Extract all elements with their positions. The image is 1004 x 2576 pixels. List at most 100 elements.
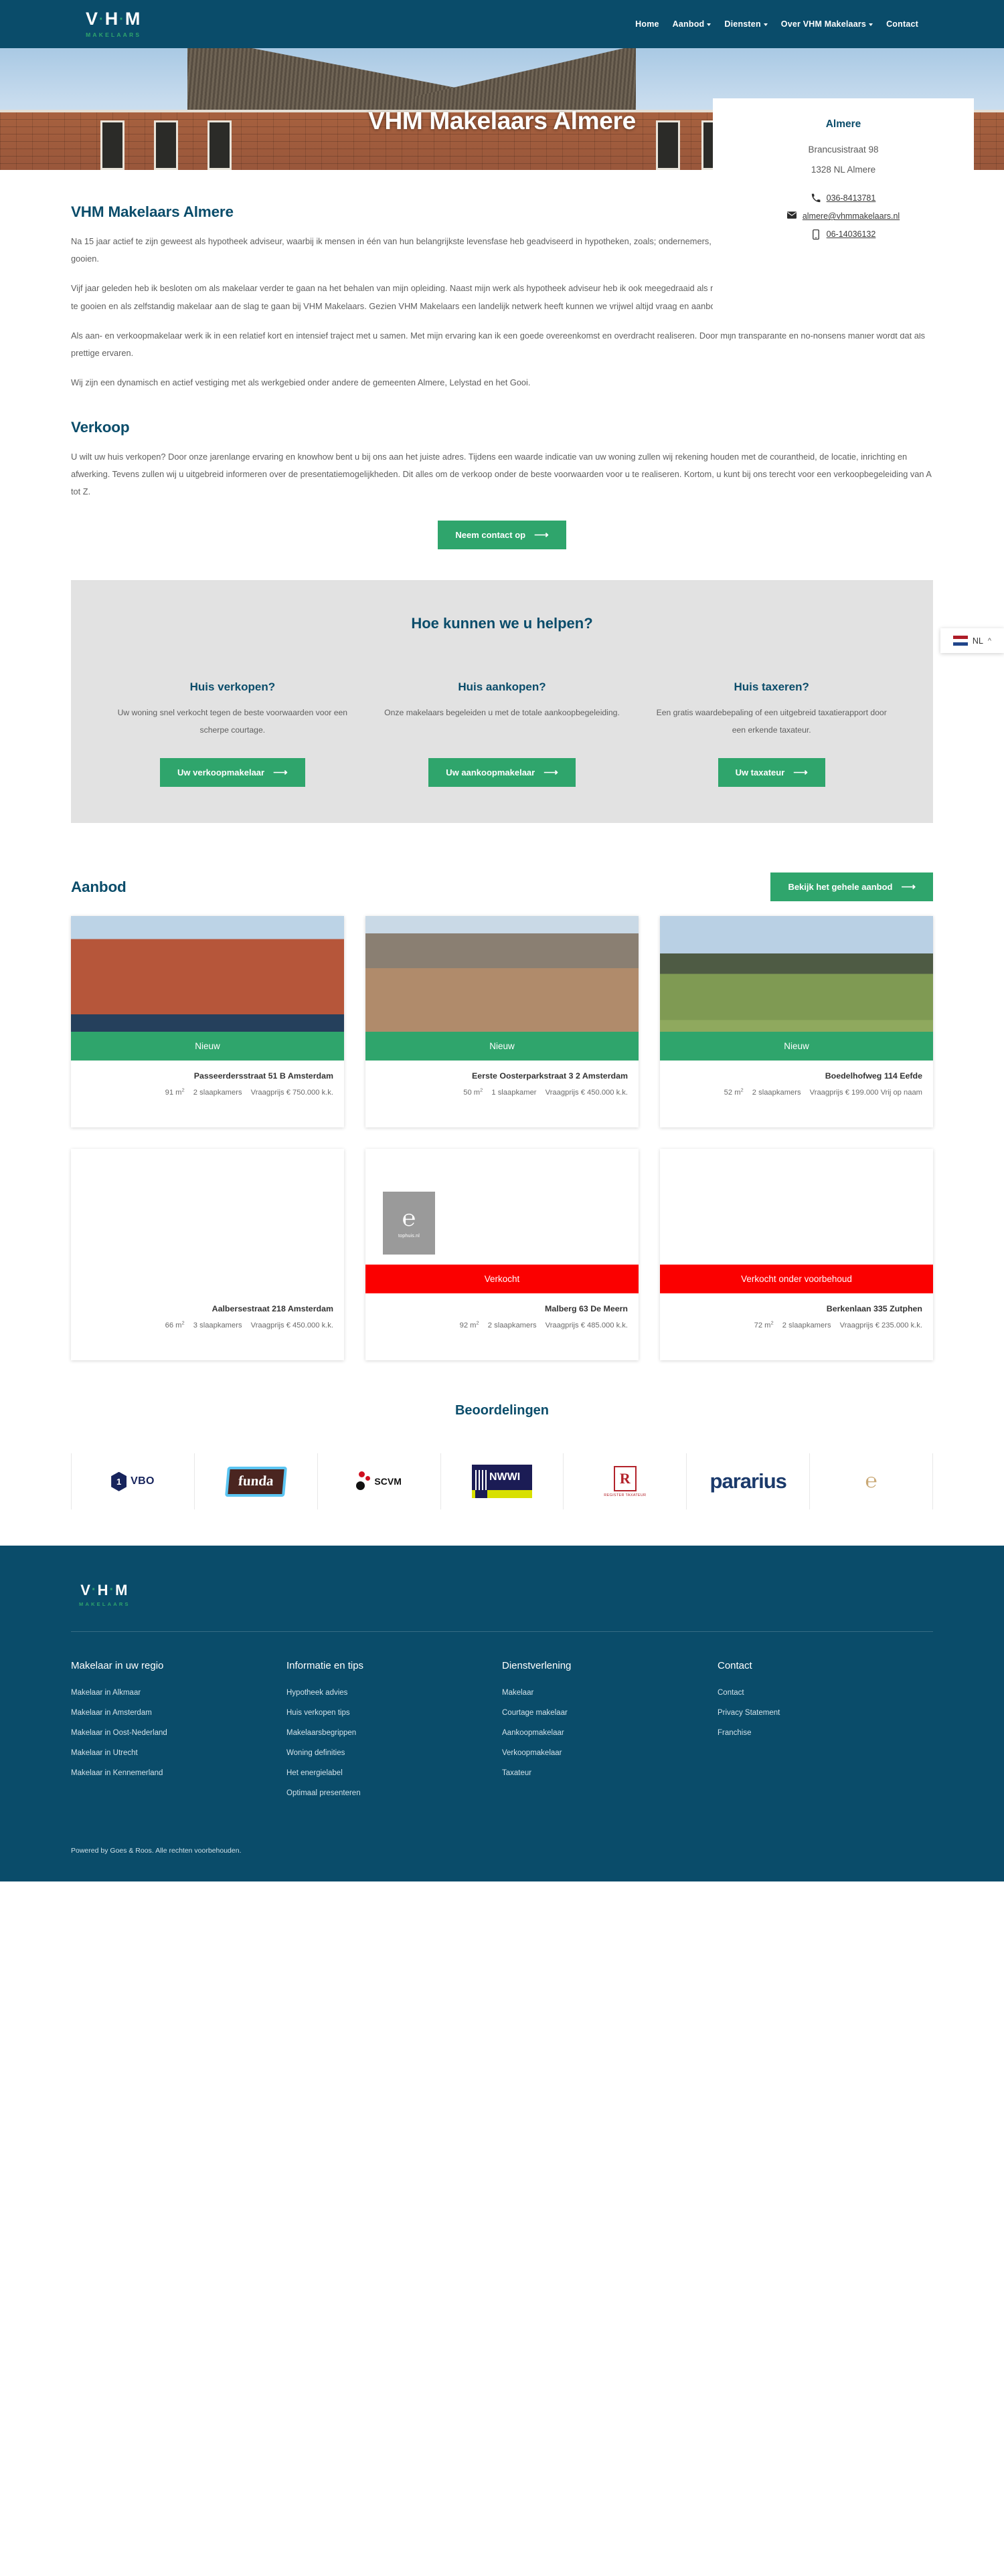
phone-icon <box>811 193 821 203</box>
footer-link[interactable]: Makelaar in Alkmaar <box>71 1689 286 1697</box>
scvm-dots-icon <box>356 1471 371 1491</box>
intro-paragraph-4: Wij zijn een dynamisch en actief vestigi… <box>71 377 531 388</box>
property-card[interactable]: Aalbersestraat 218 Amsterdam 66 m2 3 sla… <box>71 1149 344 1361</box>
help-columns: Huis verkopen? Uw woning snel verkocht t… <box>98 680 906 788</box>
footer-link[interactable]: Makelaarsbegrippen <box>286 1729 502 1737</box>
property-photo <box>71 1149 344 1294</box>
scvm-logo[interactable]: SCVM <box>318 1453 441 1510</box>
uw-taxateur-button[interactable]: Uw taxateur ⟶ <box>718 758 825 788</box>
footer-column-title: Contact <box>718 1660 752 1672</box>
property-price: Vraagprijs € 750.000 k.k. <box>250 1088 333 1097</box>
tophuis-logo[interactable]: ℮ <box>810 1453 934 1510</box>
footer-column-informatie: Informatie en tips Hypotheek advies Huis… <box>286 1660 502 1809</box>
chevron-down-icon <box>869 23 873 26</box>
nav-item-home[interactable]: Home <box>635 19 659 29</box>
footer-column-dienstverlening: Dienstverlening Makelaar Courtage makela… <box>502 1660 718 1809</box>
property-rooms: 1 slaapkamer <box>491 1088 537 1097</box>
aanbod-section: Aanbod Bekijk het gehele aanbod ⟶ Nieuw … <box>71 872 933 1361</box>
property-price: Vraagprijs € 235.000 k.k. <box>839 1321 922 1329</box>
property-photo: Nieuw <box>660 916 933 1061</box>
chevron-down-icon <box>707 23 712 26</box>
nav-item-aanbod[interactable]: Aanbod <box>673 19 712 29</box>
footer-link[interactable]: Makelaar in Amsterdam <box>71 1709 286 1717</box>
branch-email-link[interactable]: almere@vhmmakelaars.nl <box>803 211 900 221</box>
footer-link[interactable]: Courtage makelaar <box>502 1709 718 1717</box>
nav-item-diensten[interactable]: Diensten <box>724 19 768 29</box>
header-logo[interactable]: V·H·M MAKELAARS <box>86 9 142 39</box>
button-label: Uw taxateur <box>735 767 785 778</box>
branch-mobile-link[interactable]: 06-14036132 <box>827 229 876 239</box>
arrow-right-icon: ⟶ <box>273 767 288 779</box>
branch-email-row[interactable]: almere@vhmmakelaars.nl <box>786 211 900 221</box>
tophuis-placeholder-icon: ℮ tophuis.nl <box>383 1192 435 1255</box>
main-content: VHM Makelaars Almere Na 15 jaar actief t… <box>71 170 934 1510</box>
footer-logo[interactable]: V·H·M MAKELAARS <box>71 1583 933 1608</box>
property-photo: Nieuw <box>365 916 639 1061</box>
footer-link[interactable]: Privacy Statement <box>718 1709 933 1717</box>
pararius-logo[interactable]: pararius <box>687 1453 811 1510</box>
property-title: Malberg 63 De Meern <box>545 1304 628 1314</box>
bekijk-het-gehele-aanbod-button[interactable]: Bekijk het gehele aanbod ⟶ <box>770 872 933 902</box>
arrow-right-icon: ⟶ <box>543 767 558 779</box>
property-card[interactable]: Nieuw Passeerdersstraat 51 B Amsterdam 9… <box>71 916 344 1128</box>
property-photo: ℮ tophuis.nl Verkocht <box>365 1149 639 1294</box>
property-meta: 50 m2 1 slaapkamer Vraagprijs € 450.000 … <box>376 1087 628 1097</box>
nwwi-logo[interactable]: NWWI <box>441 1453 564 1510</box>
property-title: Eerste Oosterparkstraat 3 2 Amsterdam <box>471 1071 628 1081</box>
vbo-badge-icon: 1 <box>111 1471 127 1491</box>
neem-contact-op-button[interactable]: Neem contact op ⟶ <box>438 521 566 550</box>
nwwi-bars-icon <box>475 1470 487 1493</box>
nav-item-over-vhm-makelaars[interactable]: Over VHM Makelaars <box>781 19 873 29</box>
scvm-label: SCVM <box>374 1476 402 1487</box>
help-heading: Hoe kunnen we u helpen? <box>411 615 593 632</box>
chevron-down-icon <box>763 23 768 26</box>
footer-link[interactable]: Makelaar in Oost-Nederland <box>71 1729 286 1737</box>
property-cards-grid: Nieuw Passeerdersstraat 51 B Amsterdam 9… <box>71 916 933 1361</box>
property-info: Passeerdersstraat 51 B Amsterdam 91 m2 2… <box>71 1061 344 1110</box>
footer-link[interactable]: Huis verkopen tips <box>286 1709 502 1717</box>
footer-link[interactable]: Makelaar <box>502 1689 718 1697</box>
property-info: Eerste Oosterparkstraat 3 2 Amsterdam 50… <box>365 1061 639 1110</box>
nav-label: Over VHM Makelaars <box>780 19 867 29</box>
uw-verkoopmakelaar-button[interactable]: Uw verkoopmakelaar ⟶ <box>160 758 305 788</box>
funda-label: funda <box>225 1466 287 1497</box>
logo-subtitle: MAKELAARS <box>79 1601 131 1608</box>
footer-link[interactable]: Verkoopmakelaar <box>502 1749 718 1757</box>
footer-link[interactable]: Franchise <box>718 1729 933 1737</box>
footer-link[interactable]: Woning definities <box>286 1749 502 1757</box>
footer-link[interactable]: Het energielabel <box>286 1769 502 1777</box>
footer-link[interactable]: Optimaal presenteren <box>286 1789 502 1797</box>
property-meta: 52 m2 2 slaapkamers Vraagprijs € 199.000… <box>671 1087 922 1097</box>
footer-link[interactable]: Makelaar in Utrecht <box>71 1749 286 1757</box>
footer-link[interactable]: Makelaar in Kennemerland <box>71 1769 286 1777</box>
nav-label: Diensten <box>724 19 761 29</box>
language-selector[interactable]: NL ^ <box>940 628 1004 653</box>
property-info: Malberg 63 De Meern 92 m2 2 slaapkamers … <box>365 1293 639 1343</box>
vbo-logo[interactable]: 1 VBO <box>71 1453 195 1510</box>
footer-link[interactable]: Contact <box>718 1689 933 1697</box>
branch-mobile-row[interactable]: 06-14036132 <box>811 229 876 240</box>
logo-mark: V·H·M <box>86 9 142 29</box>
branch-phone-link[interactable]: 036-8413781 <box>827 193 876 203</box>
footer-link[interactable]: Aankoopmakelaar <box>502 1729 718 1737</box>
branch-contact-card: Almere Brancusistraat 98 1328 NL Almere … <box>713 98 974 333</box>
footer-link[interactable]: Hypotheek advies <box>286 1689 502 1697</box>
property-area: 72 m2 <box>754 1319 774 1329</box>
property-card[interactable]: ℮ tophuis.nl Verkocht Malberg 63 De Meer… <box>365 1149 639 1361</box>
branch-contact-rows: 036-8413781 almere@vhmmakelaars.nl 06-14… <box>729 193 958 240</box>
uw-aankoopmakelaar-button[interactable]: Uw aankoopmakelaar ⟶ <box>428 758 576 788</box>
register-taxateur-caption: REGISTER TAXATEUR <box>604 1493 647 1497</box>
funda-logo[interactable]: funda <box>195 1453 318 1510</box>
status-badge: Verkocht <box>365 1265 639 1294</box>
branch-phone-row[interactable]: 036-8413781 <box>811 193 876 203</box>
flag-nl-icon <box>952 636 968 646</box>
help-card-text: Uw woning snel verkocht tegen de beste v… <box>117 708 348 735</box>
property-card[interactable]: Verkocht onder voorbehoud Berkenlaan 335… <box>660 1149 933 1361</box>
property-card[interactable]: Nieuw Eerste Oosterparkstraat 3 2 Amster… <box>365 916 639 1128</box>
register-taxateur-logo[interactable]: R REGISTER TAXATEUR <box>564 1453 687 1510</box>
property-card[interactable]: Nieuw Boedelhofweg 114 Eefde 52 m2 2 sla… <box>660 916 933 1128</box>
nav-item-contact[interactable]: Contact <box>886 19 918 29</box>
property-rooms: 2 slaapkamers <box>487 1321 537 1329</box>
footer-link[interactable]: Taxateur <box>502 1769 718 1777</box>
mobile-icon <box>811 229 821 240</box>
